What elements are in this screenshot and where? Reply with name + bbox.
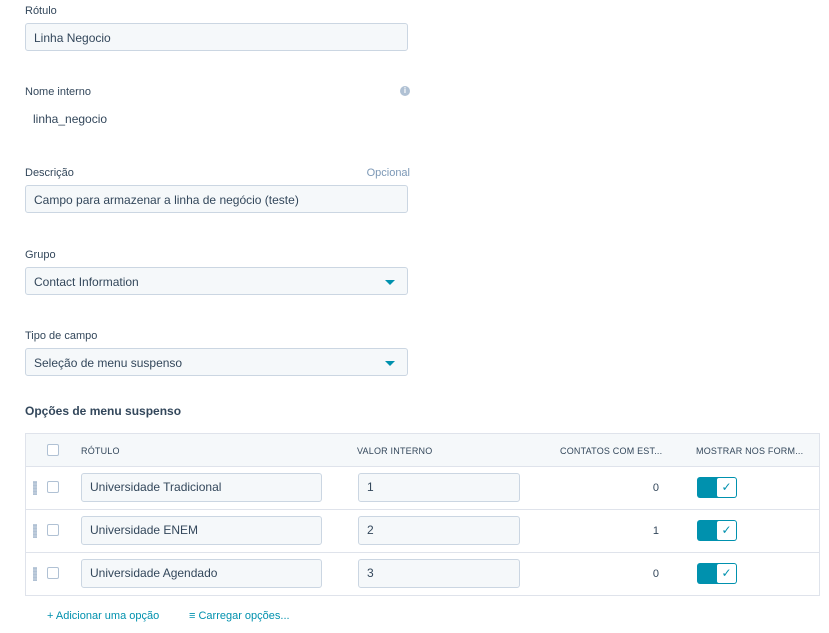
table-row: Universidade Tradicional 1 0 ✓ <box>25 467 820 510</box>
column-header-internal-value: VALOR INTERNO <box>357 446 433 456</box>
drag-handle-icon[interactable] <box>33 524 37 538</box>
check-icon: ✓ <box>717 521 736 540</box>
chevron-down-icon <box>385 361 395 366</box>
description-input[interactable]: Campo para armazenar a linha de negócio … <box>25 185 408 213</box>
internal-name-value: linha_negocio <box>33 112 108 126</box>
table-header: RÓTULO VALOR INTERNO CONTATOS COM EST...… <box>25 433 820 467</box>
field-type-select-value: Seleção de menu suspenso <box>34 356 183 370</box>
option-value-input[interactable]: 1 <box>358 473 520 502</box>
show-in-forms-toggle[interactable]: ✓ <box>697 563 737 584</box>
show-in-forms-toggle[interactable]: ✓ <box>697 477 737 498</box>
chevron-down-icon <box>385 280 395 285</box>
option-label-input[interactable]: Universidade Tradicional <box>81 473 322 502</box>
internal-name-title: Nome interno <box>25 86 92 98</box>
contacts-count: 0 <box>652 568 659 580</box>
label-input[interactable]: Linha Negocio <box>25 23 408 51</box>
option-label-input[interactable]: Universidade Agendado <box>81 559 322 588</box>
drag-handle-icon[interactable] <box>33 481 37 495</box>
option-value-input[interactable]: 2 <box>358 516 520 545</box>
group-select-value: Contact Information <box>34 275 139 289</box>
drag-handle-icon[interactable] <box>33 567 37 581</box>
contacts-count: 1 <box>652 525 659 537</box>
options-section-title: Opções de menu suspenso <box>25 404 182 418</box>
check-icon: ✓ <box>717 564 736 583</box>
row-checkbox[interactable] <box>47 481 59 493</box>
column-header-label: RÓTULO <box>81 446 120 456</box>
group-title: Grupo <box>25 249 56 261</box>
field-type-title: Tipo de campo <box>25 330 98 342</box>
show-in-forms-toggle[interactable]: ✓ <box>697 520 737 541</box>
contacts-count: 0 <box>652 482 659 494</box>
description-title: Descrição <box>25 167 74 179</box>
option-label-input[interactable]: Universidade ENEM <box>81 516 322 545</box>
group-select[interactable]: Contact Information <box>25 267 408 295</box>
table-row: Universidade ENEM 2 1 ✓ <box>25 510 820 553</box>
add-option-link[interactable]: + Adicionar uma opção <box>47 610 159 622</box>
option-value-input[interactable]: 3 <box>358 559 520 588</box>
optional-tag: Opcional <box>366 167 410 179</box>
column-header-contacts: CONTATOS COM EST... <box>560 446 663 456</box>
row-checkbox[interactable] <box>47 524 59 536</box>
label-field-title: Rótulo <box>25 5 57 17</box>
info-icon[interactable]: i <box>400 86 410 96</box>
select-all-checkbox[interactable] <box>47 444 59 456</box>
table-row: Universidade Agendado 3 0 ✓ <box>25 553 820 596</box>
check-icon: ✓ <box>717 478 736 497</box>
field-type-select[interactable]: Seleção de menu suspenso <box>25 348 408 376</box>
load-options-link[interactable]: ≡ Carregar opções... <box>189 610 290 622</box>
column-header-show-in-forms: MOSTRAR NOS FORM... <box>696 446 804 456</box>
row-checkbox[interactable] <box>47 567 59 579</box>
options-table: RÓTULO VALOR INTERNO CONTATOS COM EST...… <box>25 433 820 633</box>
